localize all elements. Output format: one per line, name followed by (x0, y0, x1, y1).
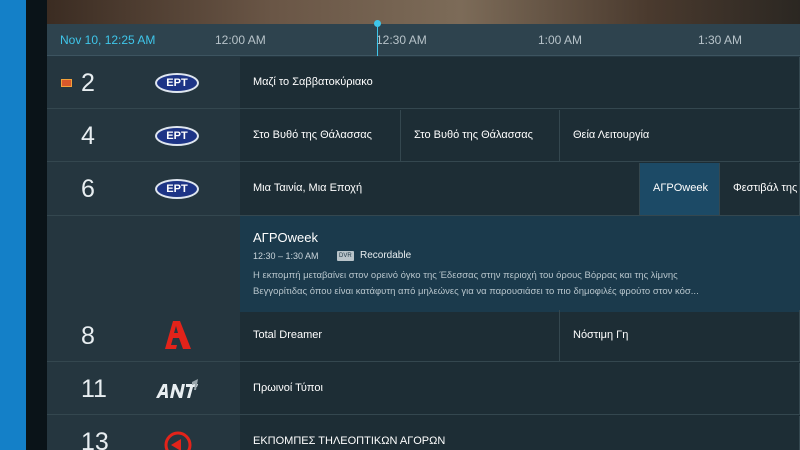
left-gap (26, 0, 47, 450)
ert-logo: ΕΡΤ (155, 73, 199, 93)
channel-row-11: 11 Πρωινοί Τύποι (47, 363, 800, 415)
channel-cell[interactable]: 8 (47, 310, 240, 362)
background-artwork (47, 0, 800, 24)
channel-row-6: 6 ΕΡΤ Μια Ταινία, Μια Εποχή ΑΓΡΟweek Φεσ… (47, 163, 800, 216)
channel-cell[interactable]: 13 (47, 416, 240, 450)
program-cell[interactable]: ΕΚΠΟΜΠΕΣ ΤΗΛΕΟΠΤΙΚΩΝ ΑΓΟΡΩΝ (240, 416, 800, 450)
time-tick-1: 12:30 AM (376, 33, 427, 47)
program-cell[interactable]: Φεστιβάλ της (720, 163, 800, 215)
channel-cell[interactable]: 4 ΕΡΤ (47, 110, 240, 162)
channel-row-13: 13 ΕΚΠΟΜΠΕΣ ΤΗΛΕΟΠΤΙΚΩΝ ΑΓΟΡΩΝ (47, 416, 800, 450)
channel-cell[interactable]: 2 ΕΡΤ (47, 57, 240, 109)
ert-logo: ΕΡΤ (155, 126, 199, 146)
left-accent-strip (0, 0, 26, 450)
detail-title: ΑΓΡΟweek (253, 230, 318, 245)
description-line-1: Η εκπομπή μεταβαίνει στον ορεινό όγκο τη… (253, 270, 678, 281)
program-cell[interactable]: Μια Ταινία, Μια Εποχή (240, 163, 640, 215)
program-cell[interactable]: Στο Βυθό της Θάλασσας (401, 110, 560, 162)
recordable-label: Recordable (360, 250, 412, 261)
ert-logo: ΕΡΤ (155, 179, 199, 199)
program-cell[interactable]: Θεία Λειτουργία (560, 110, 800, 162)
channel-number: 6 (81, 175, 95, 203)
dvr-badge: DVR (337, 251, 354, 261)
program-cell-selected[interactable]: ΑΓΡΟweek (640, 163, 720, 215)
time-tick-2: 1:00 AM (538, 33, 583, 47)
channel-number: 2 (81, 69, 95, 97)
channel-cell[interactable]: 6 ΕΡΤ (47, 163, 240, 215)
now-indicator-line (377, 24, 378, 56)
channel-number: 11 (81, 375, 107, 403)
time-tick-0: 12:00 AM (215, 33, 266, 47)
ant1-logo (156, 379, 198, 398)
program-cell[interactable]: Πρωινοί Τύποι (240, 363, 800, 415)
detail-description: Η εκπομπή μεταβαίνει στον ορεινό όγκο τη… (253, 268, 793, 300)
program-cell[interactable]: Στο Βυθό της Θάλασσας (240, 110, 401, 162)
alpha-logo (165, 321, 191, 349)
detail-body: ΑΓΡΟweek 12:30 – 1:30 AM DVR Recordable … (240, 216, 800, 312)
channel-row-8: 8 Total Dreamer Νόστιμη Γη (47, 310, 800, 362)
description-line-2: Βεγγορίτιδας όπου είναι κατάφυτη από μηλ… (253, 286, 699, 297)
channel-number: 8 (81, 322, 95, 350)
channel-13-logo (164, 431, 192, 450)
detail-channel-spacer (47, 216, 240, 312)
channel-number: 13 (81, 428, 109, 450)
tv-guide: Nov 10, 12:25 AM 12:00 AM 12:30 AM 1:00 … (47, 20, 800, 450)
detail-time: 12:30 – 1:30 AM (253, 251, 319, 261)
now-indicator-dot (374, 20, 381, 27)
time-tick-3: 1:30 AM (698, 33, 743, 47)
recording-icon (61, 79, 72, 87)
channel-row-2: 2 ΕΡΤ Μαζί το Σαββατοκύριακο (47, 57, 800, 109)
channel-cell[interactable]: 11 (47, 363, 240, 415)
program-cell[interactable]: Total Dreamer (240, 310, 560, 362)
channel-number: 4 (81, 122, 95, 150)
time-bar: Nov 10, 12:25 AM 12:00 AM 12:30 AM 1:00 … (47, 20, 800, 56)
program-detail-panel: ΑΓΡΟweek 12:30 – 1:30 AM DVR Recordable … (47, 216, 800, 312)
current-time: Nov 10, 12:25 AM (60, 33, 156, 47)
channel-row-4: 4 ΕΡΤ Στο Βυθό της Θάλασσας Στο Βυθό της… (47, 110, 800, 162)
program-cell[interactable]: Νόστιμη Γη (560, 310, 800, 362)
program-cell[interactable]: Μαζί το Σαββατοκύριακο (240, 57, 800, 109)
